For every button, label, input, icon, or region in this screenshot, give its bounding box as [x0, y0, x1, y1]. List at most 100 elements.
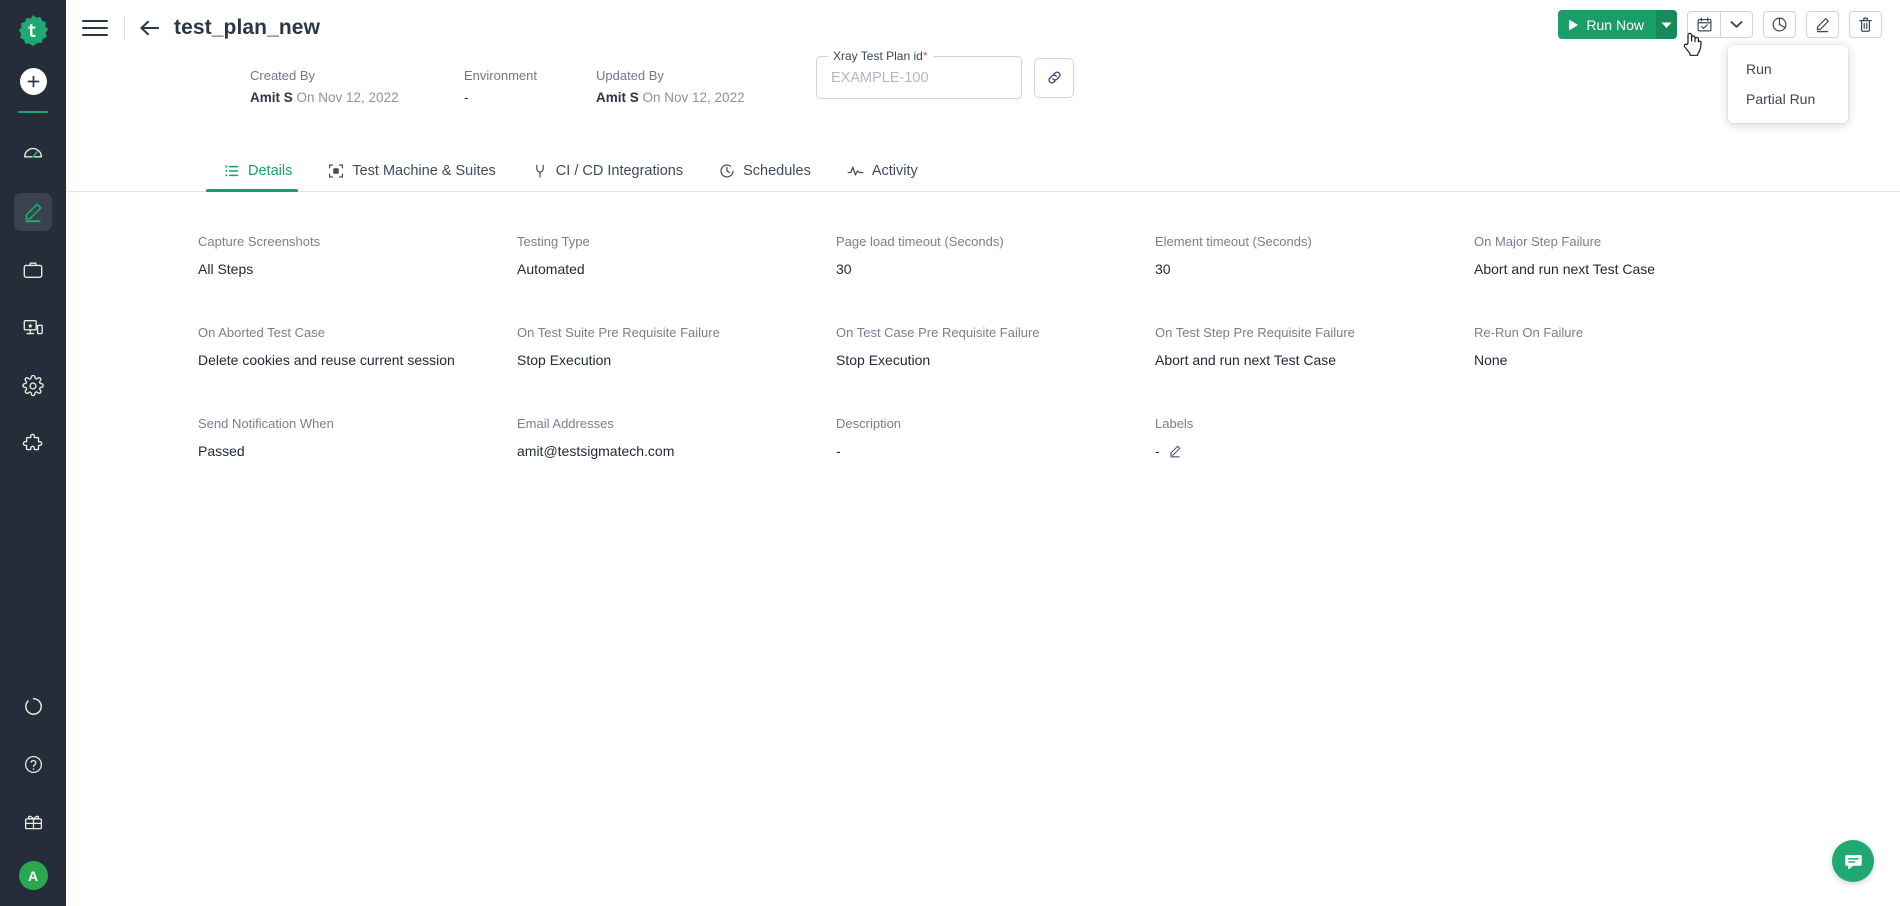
menu-item-partial-run[interactable]: Partial Run — [1728, 84, 1848, 114]
plug-integration-icon — [532, 163, 548, 179]
meta-environment-value: - — [464, 90, 469, 105]
field-re-run-on-failure: Re-Run On Failure None — [1474, 325, 1793, 368]
meta-environment-label: Environment — [464, 68, 537, 83]
sidebar-item-settings[interactable] — [14, 367, 52, 405]
meta-updated-by-date: On Nov 12, 2022 — [638, 90, 745, 105]
field-value: None — [1474, 352, 1508, 368]
sidebar-item-help[interactable] — [14, 745, 52, 783]
field-send-notification-when: Send Notification When Passed — [198, 416, 517, 459]
field-label: On Test Step Pre Requisite Failure — [1155, 325, 1355, 340]
field-label: Description — [836, 416, 902, 431]
back-arrow-icon[interactable] — [139, 19, 160, 37]
edit-button[interactable] — [1806, 11, 1839, 38]
tab-ci-cd-integrations[interactable]: CI / CD Integrations — [514, 163, 701, 191]
sidebar-item-test-lab[interactable] — [14, 309, 52, 347]
sidebar-bottom-nav: A — [0, 687, 66, 890]
field-value: All Steps — [198, 261, 254, 277]
field-on-test-case-pre-requisite-failure: On Test Case Pre Requisite Failure Stop … — [836, 325, 1155, 368]
play-icon — [1568, 19, 1579, 31]
meta-environment: Environment - — [464, 68, 537, 105]
tab-test-machine-suites-label: Test Machine & Suites — [352, 163, 496, 179]
xray-test-plan-label: Xray Test Plan id* — [828, 49, 933, 63]
tab-test-machine-suites[interactable]: Test Machine & Suites — [310, 163, 513, 191]
add-new-button[interactable] — [19, 68, 47, 95]
meta-created-by-date: On Nov 12, 2022 — [292, 90, 399, 105]
field-label: On Test Suite Pre Requisite Failure — [517, 325, 720, 340]
sidebar-item-whats-new[interactable] — [14, 803, 52, 841]
xray-link-button[interactable] — [1034, 57, 1074, 98]
tab-schedules[interactable]: Schedules — [701, 163, 829, 191]
field-label: Labels — [1155, 416, 1194, 431]
list-details-icon — [224, 163, 240, 179]
field-value: 30 — [1155, 261, 1171, 277]
field-value: Automated — [517, 261, 585, 277]
link-chain-icon — [1045, 68, 1064, 87]
header-actions: Run Now — [1558, 10, 1882, 39]
meta-updated-by-user: Amit S — [596, 90, 639, 105]
details-panel: Capture Screenshots All Steps Testing Ty… — [66, 192, 1900, 459]
sidebar-item-addons[interactable] — [14, 425, 52, 463]
field-value: Stop Execution — [517, 352, 612, 368]
schedule-dropdown-toggle[interactable] — [1720, 12, 1752, 37]
tab-bar: Details Test Machine & Suites CI / CD In… — [66, 144, 1900, 192]
menu-item-run[interactable]: Run — [1728, 54, 1848, 84]
field-value: - — [836, 443, 841, 459]
field-label: Re-Run On Failure — [1474, 325, 1584, 340]
chat-bubble-icon — [1843, 851, 1864, 872]
tab-ci-cd-integrations-label: CI / CD Integrations — [555, 163, 684, 179]
sidebar-item-projects[interactable] — [14, 251, 52, 289]
reports-button[interactable] — [1763, 11, 1796, 38]
xray-test-plan-field[interactable]: Xray Test Plan id* — [816, 49, 1022, 99]
field-label: Element timeout (Seconds) — [1155, 234, 1312, 249]
field-on-major-step-failure: On Major Step Failure Abort and run next… — [1474, 234, 1793, 277]
field-capture-screenshots: Capture Screenshots All Steps — [198, 234, 517, 277]
trash-delete-icon — [1857, 16, 1874, 33]
field-label: Page load timeout (Seconds) — [836, 234, 1004, 249]
chat-support-button[interactable] — [1832, 840, 1874, 882]
field-label: Testing Type — [517, 234, 590, 249]
sidebar-item-create-tests[interactable] — [14, 193, 52, 231]
sidebar-item-progress[interactable] — [14, 687, 52, 725]
field-value: Stop Execution — [836, 352, 931, 368]
app-root: A test_plan_new Run Now Run Partial Run … — [0, 0, 1900, 906]
field-label: On Major Step Failure — [1474, 234, 1602, 249]
testsigma-logo-icon[interactable] — [11, 10, 55, 54]
run-now-label: Run Now — [1586, 16, 1644, 33]
field-label: On Aborted Test Case — [198, 325, 325, 340]
tab-activity-label: Activity — [871, 163, 918, 179]
run-now-group: Run Now — [1558, 10, 1677, 39]
pencil-edit-icon — [1814, 16, 1831, 33]
field-value: - — [1155, 443, 1160, 459]
field-labels: Labels - — [1155, 416, 1474, 459]
tab-activity[interactable]: Activity — [829, 163, 936, 191]
field-label: On Test Case Pre Requisite Failure — [836, 325, 1040, 340]
sidebar-divider — [18, 111, 48, 113]
details-row: Send Notification When Passed Email Addr… — [198, 416, 1900, 459]
meta-updated-by: Updated By Amit S On Nov 12, 2022 — [596, 68, 745, 105]
hamburger-menu-icon[interactable] — [82, 18, 108, 38]
meta-created-by-value: Amit S On Nov 12, 2022 — [250, 90, 399, 105]
field-value: Passed — [198, 443, 245, 459]
run-now-dropdown-toggle[interactable] — [1656, 10, 1677, 39]
calendar-schedule-icon[interactable] — [1688, 12, 1720, 37]
field-description: Description - — [836, 416, 1155, 459]
details-row: On Aborted Test Case Delete cookies and … — [198, 325, 1900, 368]
meta-created-by: Created By Amit S On Nov 12, 2022 — [250, 68, 399, 105]
xray-test-plan-input[interactable] — [831, 69, 1007, 86]
details-row: Capture Screenshots All Steps Testing Ty… — [198, 234, 1900, 277]
run-now-button[interactable]: Run Now — [1558, 10, 1656, 39]
main-area: test_plan_new Run Now Run Partial Run Cr… — [66, 0, 1900, 906]
meta-created-by-user: Amit S — [250, 90, 293, 105]
delete-button[interactable] — [1849, 11, 1882, 38]
field-label: Email Addresses — [517, 416, 614, 431]
sidebar-item-dashboard[interactable] — [14, 135, 52, 173]
tab-details[interactable]: Details — [206, 163, 310, 192]
meta-updated-by-value: Amit S On Nov 12, 2022 — [596, 90, 745, 105]
meta-updated-by-label: Updated By — [596, 68, 664, 83]
labels-edit-pencil-icon[interactable] — [1168, 444, 1182, 458]
avatar[interactable]: A — [18, 861, 48, 890]
field-value: 30 — [836, 261, 852, 277]
pie-chart-report-icon — [1771, 16, 1788, 33]
left-sidebar: A — [0, 0, 66, 906]
meta-created-by-label: Created By — [250, 68, 316, 83]
